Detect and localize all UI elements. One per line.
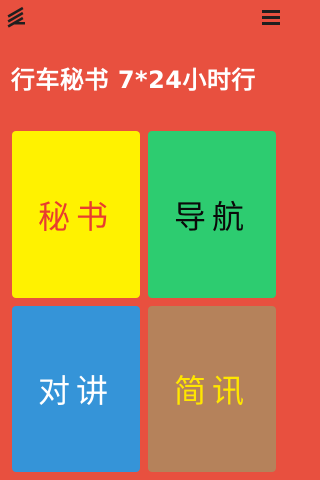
secretary-tile[interactable]: 秘书 (12, 131, 140, 298)
app-screen: 行车秘书 7*24小时行 秘书 导航 对讲 简讯 (0, 0, 288, 480)
hamburger-menu-icon[interactable] (262, 10, 280, 28)
messages-tile[interactable]: 简讯 (148, 306, 276, 472)
app-logo-icon[interactable] (4, 6, 30, 32)
intercom-tile[interactable]: 对讲 (12, 306, 140, 472)
banner-text: 行车秘书 7*24小时行 (11, 66, 257, 94)
navigation-tile[interactable]: 导航 (148, 131, 276, 298)
marquee-banner: 行车秘书 7*24小时行 (0, 60, 288, 100)
top-bar (0, 0, 288, 40)
